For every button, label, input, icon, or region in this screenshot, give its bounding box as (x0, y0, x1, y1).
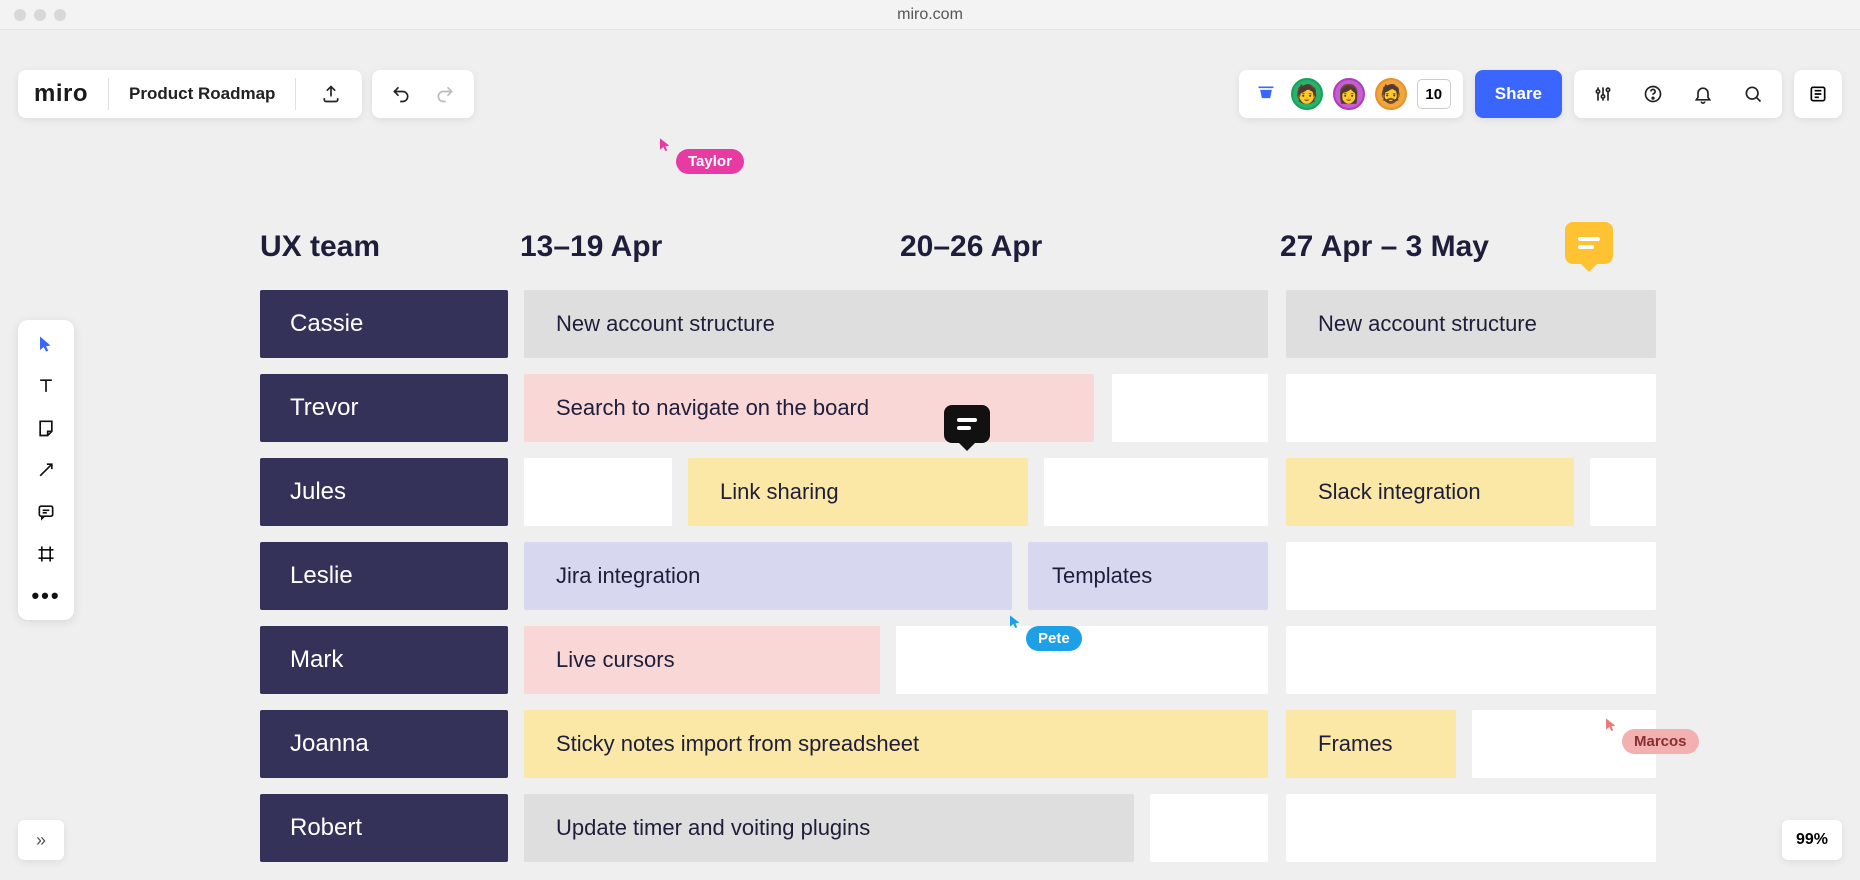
task-card[interactable]: Frames (1286, 710, 1456, 778)
table-row: Mark Live cursors (260, 626, 1640, 694)
cursor-label: Taylor (676, 149, 744, 174)
empty-slot[interactable] (1286, 626, 1656, 694)
cursor-label: Marcos (1622, 729, 1699, 754)
table-row: Jules Link sharing Slack integration (260, 458, 1640, 526)
empty-slot[interactable] (1150, 794, 1268, 862)
track: Update timer and voiting plugins (524, 794, 1656, 862)
person-cell[interactable]: Trevor (260, 374, 508, 442)
empty-slot[interactable] (1044, 458, 1268, 526)
team-header: UX team (260, 230, 520, 264)
week-header: 20–26 Apr (900, 230, 1280, 264)
table-row: Joanna Sticky notes import from spreadsh… (260, 710, 1640, 778)
empty-slot[interactable] (1590, 458, 1656, 526)
empty-slot[interactable] (524, 458, 672, 526)
dot-icon (14, 9, 26, 21)
comment-bubble-icon[interactable] (1565, 222, 1613, 264)
track: Jira integration Templates (524, 542, 1656, 610)
task-card[interactable]: Templates (1028, 542, 1268, 610)
table-row: Robert Update timer and voiting plugins (260, 794, 1640, 862)
track: Live cursors (524, 626, 1656, 694)
dot-icon (34, 9, 46, 21)
person-cell[interactable]: Leslie (260, 542, 508, 610)
table-row: Cassie New account structure New account… (260, 290, 1640, 358)
cursor-label: Pete (1026, 626, 1082, 651)
task-card[interactable]: Live cursors (524, 626, 880, 694)
roadmap-table: UX team 13–19 Apr 20–26 Apr 27 Apr – 3 M… (260, 230, 1640, 862)
task-card[interactable]: New account structure (524, 290, 1268, 358)
browser-chrome: miro.com (0, 0, 1860, 30)
empty-slot[interactable] (1286, 542, 1656, 610)
remote-cursor: Marcos (1604, 715, 1699, 754)
board-canvas[interactable]: UX team 13–19 Apr 20–26 Apr 27 Apr – 3 M… (0, 30, 1860, 880)
task-card[interactable]: Sticky notes import from spreadsheet (524, 710, 1268, 778)
track: Sticky notes import from spreadsheet Fra… (524, 710, 1656, 778)
window-controls (14, 9, 66, 21)
person-cell[interactable]: Robert (260, 794, 508, 862)
table-header-row: UX team 13–19 Apr 20–26 Apr 27 Apr – 3 M… (260, 230, 1640, 264)
comment-bubble-icon[interactable] (944, 405, 990, 443)
url-label: miro.com (897, 6, 963, 24)
person-cell[interactable]: Joanna (260, 710, 508, 778)
person-cell[interactable]: Jules (260, 458, 508, 526)
table-row: Leslie Jira integration Templates (260, 542, 1640, 610)
track: New account structure New account struct… (524, 290, 1656, 358)
task-card[interactable]: Link sharing (688, 458, 1028, 526)
track: Search to navigate on the board (524, 374, 1656, 442)
person-cell[interactable]: Cassie (260, 290, 508, 358)
dot-icon (54, 9, 66, 21)
task-card[interactable]: New account structure (1286, 290, 1656, 358)
empty-slot[interactable] (896, 626, 1268, 694)
task-card[interactable]: Slack integration (1286, 458, 1574, 526)
task-card[interactable]: Search to navigate on the board (524, 374, 1094, 442)
track: Link sharing Slack integration (524, 458, 1656, 526)
remote-cursor: Taylor (658, 135, 744, 174)
task-card[interactable]: Jira integration (524, 542, 1012, 610)
task-card[interactable]: Update timer and voiting plugins (524, 794, 1134, 862)
empty-slot[interactable] (1286, 794, 1656, 862)
person-cell[interactable]: Mark (260, 626, 508, 694)
remote-cursor: Pete (1008, 612, 1082, 651)
week-header: 13–19 Apr (520, 230, 900, 264)
empty-slot[interactable] (1286, 374, 1656, 442)
empty-slot[interactable] (1112, 374, 1268, 442)
